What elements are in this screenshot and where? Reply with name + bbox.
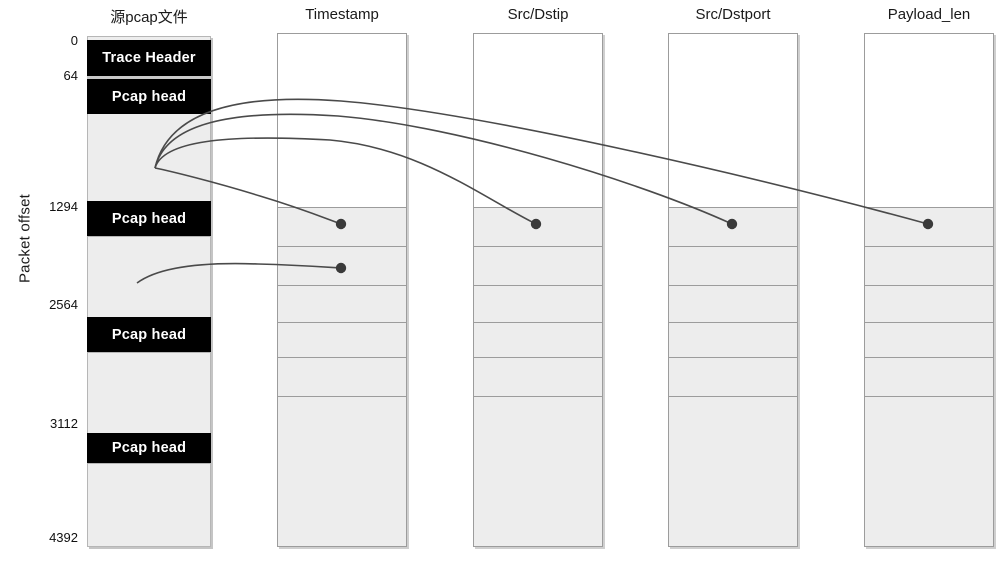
attribute-column-src-dst-port: [668, 33, 798, 547]
attribute-cell: [278, 286, 406, 323]
header-divider: [87, 76, 211, 79]
y-axis-tick-label: 3112: [50, 416, 78, 431]
pcap-head-block: Pcap head: [87, 317, 211, 352]
source-column-separator: [87, 352, 211, 353]
attribute-cell: [865, 247, 993, 286]
attribute-cell: [865, 34, 993, 208]
link-to-srcdstip: [154, 113, 733, 225]
attribute-cell: [278, 397, 406, 546]
attribute-cell: [865, 208, 993, 247]
column-title-timestamp: Timestamp: [305, 6, 379, 23]
attribute-cell: [474, 208, 602, 247]
y-axis-title: Packet offset: [16, 193, 34, 284]
source-pcap-column: Trace Header Pcap head Pcap head Pcap head P…: [87, 36, 211, 547]
attribute-cell: [278, 34, 406, 208]
attribute-cell: [669, 358, 797, 397]
attribute-cell: [278, 323, 406, 358]
source-column-title: 源pcap文件: [110, 9, 188, 26]
attribute-column-timestamp: [277, 33, 407, 547]
y-axis-tick-label: 0: [70, 33, 78, 48]
source-column-separator: [87, 463, 211, 464]
column-title-payload-len: Payload_len: [887, 6, 971, 23]
attribute-cell: [865, 358, 993, 397]
source-column-separator: [87, 236, 211, 237]
attribute-cell: [865, 397, 993, 546]
attribute-cell: [865, 323, 993, 358]
y-axis-tick-label: 64: [63, 68, 78, 83]
y-axis-tick-label: 2564: [49, 297, 78, 312]
attribute-column-payload-len: [864, 33, 994, 547]
attribute-cell: [669, 208, 797, 247]
attribute-cell: [474, 34, 602, 208]
attribute-column-src-dst-ip: [473, 33, 603, 547]
attribute-cell: [669, 397, 797, 546]
pcap-head-block: Pcap head: [87, 433, 211, 463]
trace-header-block: Trace Header: [87, 40, 211, 76]
column-title-src-dst-ip: Src/Dstip: [507, 6, 569, 23]
attribute-cell: [474, 323, 602, 358]
pcap-head-block: Pcap head: [87, 79, 211, 114]
attribute-cell: [474, 247, 602, 286]
attribute-cell: [669, 323, 797, 358]
attribute-cell: [278, 358, 406, 397]
y-axis-tick-label: 1294: [49, 199, 78, 214]
attribute-cell: [669, 34, 797, 208]
attribute-cell: [865, 286, 993, 323]
attribute-cell: [474, 286, 602, 323]
attribute-cell: [278, 208, 406, 247]
attribute-cell: [474, 397, 602, 546]
attribute-cell: [669, 247, 797, 286]
attribute-cell: [669, 286, 797, 323]
pcap-head-block: Pcap head: [87, 201, 211, 236]
diagram-canvas: Packet offset 0 64 1294 2564 3112 4392 源pcap文…: [0, 0, 1000, 563]
y-axis-tick-label: 4392: [49, 530, 78, 545]
attribute-cell: [474, 358, 602, 397]
attribute-cell: [278, 247, 406, 286]
column-title-src-dst-port: Src/Dstport: [695, 6, 771, 23]
